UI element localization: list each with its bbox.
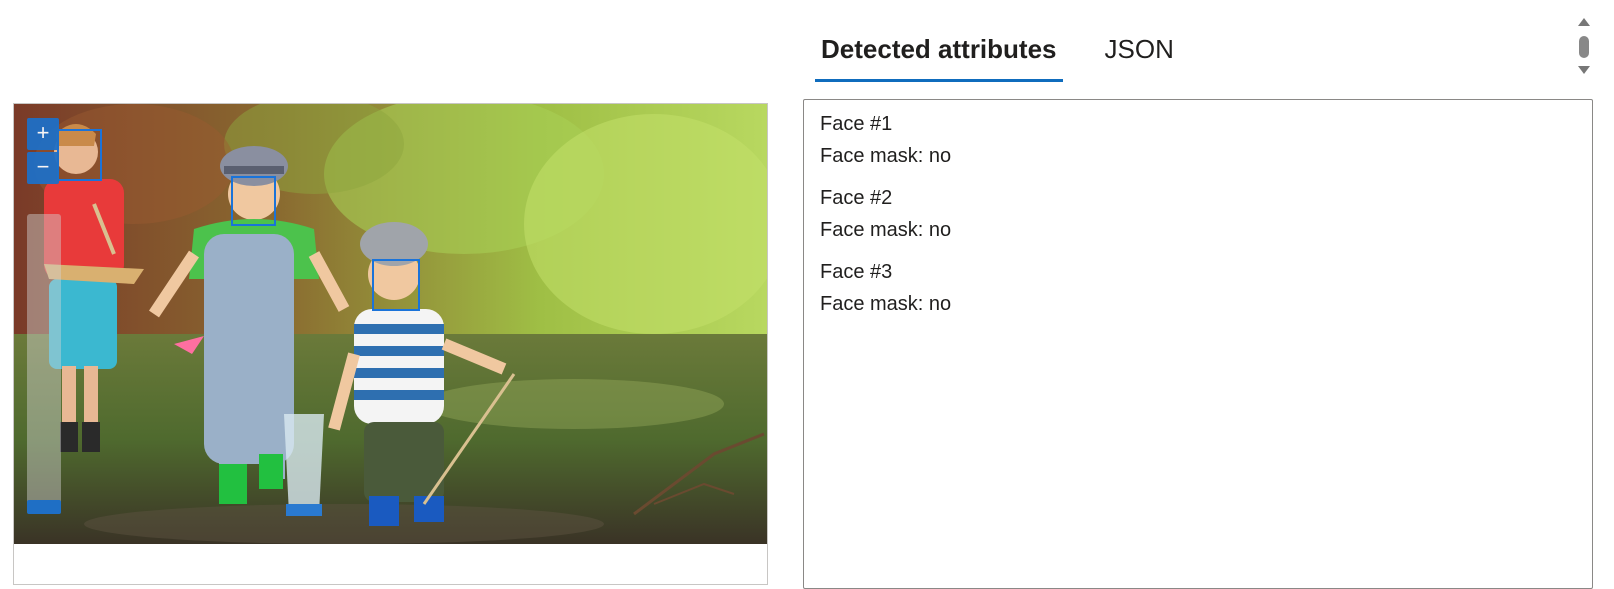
photo-children-in-stream: + − bbox=[14, 104, 767, 544]
result-tabs: Detected attributes JSON bbox=[815, 28, 1216, 82]
detected-attributes-panel: Face #1 Face mask: no Face #2 Face mask:… bbox=[803, 99, 1593, 589]
face-mask-attribute: Face mask: no bbox=[820, 145, 952, 167]
photo-illustration bbox=[14, 104, 767, 544]
face-entry: Face #2 Face mask: no bbox=[820, 182, 1576, 246]
scroll-down-arrow-icon[interactable] bbox=[1578, 66, 1590, 74]
zoom-slider[interactable] bbox=[27, 214, 61, 514]
face-title: Face #2 bbox=[820, 187, 893, 209]
face-box-2[interactable] bbox=[231, 176, 276, 226]
tab-json[interactable]: JSON bbox=[1099, 28, 1180, 74]
zoom-out-button[interactable]: − bbox=[27, 152, 59, 184]
scrollbar-thumb[interactable] bbox=[1579, 36, 1589, 58]
tab-detected-attributes[interactable]: Detected attributes bbox=[815, 28, 1063, 82]
face-box-1[interactable] bbox=[57, 129, 102, 181]
zoom-in-button[interactable]: + bbox=[27, 118, 59, 150]
page-scrollbar[interactable] bbox=[1574, 18, 1594, 76]
face-box-3[interactable] bbox=[372, 259, 420, 311]
face-mask-attribute: Face mask: no bbox=[820, 219, 952, 241]
face-title: Face #3 bbox=[820, 261, 893, 283]
face-entry: Face #1 Face mask: no bbox=[820, 108, 1576, 172]
image-viewer[interactable]: + − bbox=[13, 103, 768, 585]
zoom-slider-thumb[interactable] bbox=[27, 500, 61, 514]
face-title: Face #1 bbox=[820, 113, 893, 135]
face-entry: Face #3 Face mask: no bbox=[820, 256, 1576, 320]
face-mask-attribute: Face mask: no bbox=[820, 293, 952, 315]
scroll-up-arrow-icon[interactable] bbox=[1578, 18, 1590, 26]
